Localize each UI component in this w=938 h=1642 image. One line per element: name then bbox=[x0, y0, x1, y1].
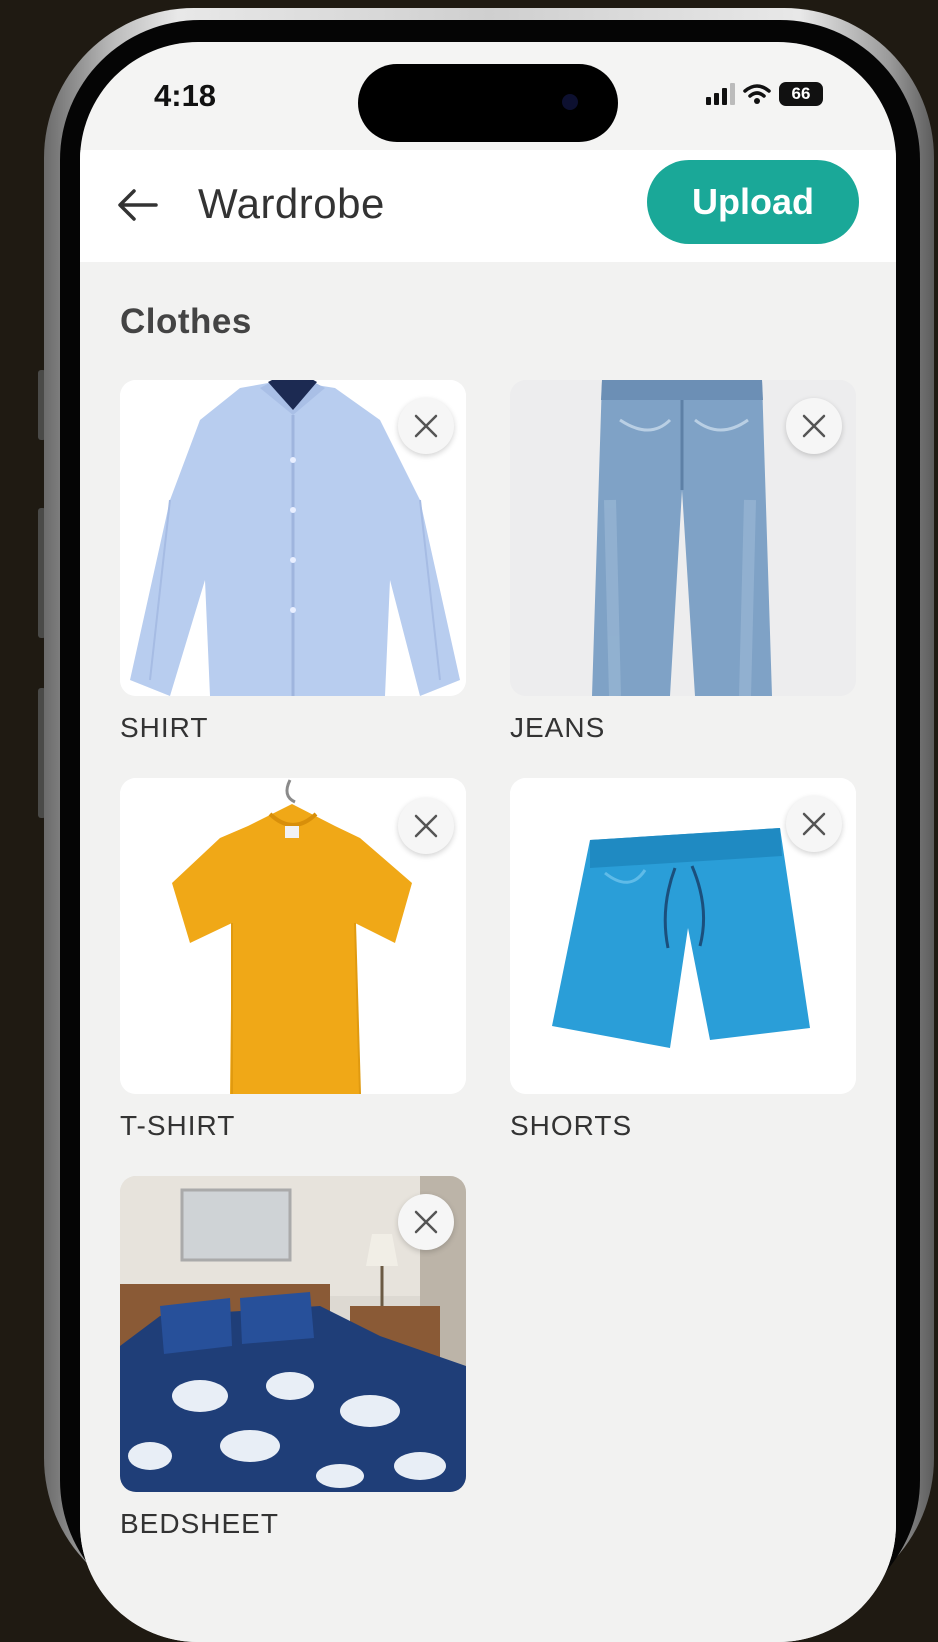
battery-icon: 66 bbox=[779, 82, 823, 106]
close-icon bbox=[802, 414, 826, 438]
wardrobe-item-jeans[interactable]: JEANS bbox=[510, 380, 856, 744]
remove-item-button[interactable] bbox=[786, 796, 842, 852]
item-label: BEDSHEET bbox=[120, 1508, 279, 1539]
section-title: Clothes bbox=[120, 302, 252, 341]
wardrobe-item-tshirt[interactable]: T-SHIRT bbox=[120, 778, 466, 1142]
item-image-shorts bbox=[510, 778, 856, 1094]
item-image-bedsheet bbox=[120, 1176, 466, 1492]
item-image-shirt bbox=[120, 380, 466, 696]
wardrobe-item-shirt[interactable]: SHIRT bbox=[120, 380, 466, 744]
status-icons: 66 bbox=[706, 82, 823, 106]
wardrobe-item-shorts[interactable]: SHORTS bbox=[510, 778, 856, 1142]
item-image-tshirt bbox=[120, 778, 466, 1094]
close-icon bbox=[414, 814, 438, 838]
item-label: SHORTS bbox=[510, 1110, 633, 1141]
camera-icon bbox=[562, 94, 578, 110]
wardrobe-item-bedsheet[interactable]: BEDSHEET bbox=[120, 1176, 466, 1540]
app-screen: 4:18 66 Wardrobe Upload Clothes SHIRT JE… bbox=[80, 42, 896, 1642]
back-button[interactable] bbox=[116, 188, 160, 222]
remove-item-button[interactable] bbox=[786, 398, 842, 454]
status-time: 4:18 bbox=[154, 78, 217, 113]
page-title: Wardrobe bbox=[198, 180, 385, 227]
item-label: SHIRT bbox=[120, 712, 209, 743]
signal-icon bbox=[706, 83, 735, 105]
remove-item-button[interactable] bbox=[398, 798, 454, 854]
back-arrow-icon bbox=[118, 189, 158, 221]
top-app-bar: Wardrobe Upload bbox=[80, 150, 896, 262]
remove-item-button[interactable] bbox=[398, 1194, 454, 1250]
close-icon bbox=[802, 812, 826, 836]
close-icon bbox=[414, 1210, 438, 1234]
upload-button[interactable]: Upload bbox=[647, 160, 859, 244]
close-icon bbox=[414, 414, 438, 438]
wifi-icon bbox=[743, 84, 771, 104]
dynamic-island bbox=[358, 64, 618, 142]
remove-item-button[interactable] bbox=[398, 398, 454, 454]
item-label: T-SHIRT bbox=[120, 1110, 236, 1141]
item-image-jeans bbox=[510, 380, 856, 696]
item-label: JEANS bbox=[510, 712, 606, 743]
wardrobe-content: Clothes SHIRT JEANS T-SHIRT SHORTS BEDSH… bbox=[80, 262, 896, 1642]
